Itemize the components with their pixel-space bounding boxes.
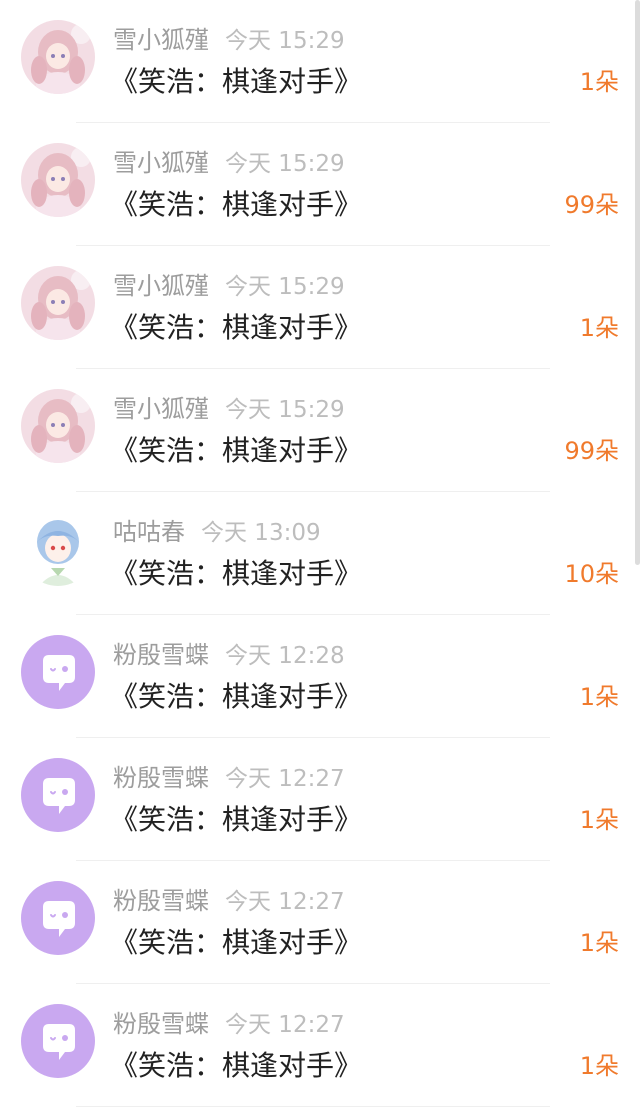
anime-girl-avatar[interactable] <box>21 266 95 340</box>
timestamp: 今天 12:27 <box>225 766 345 792</box>
message-content[interactable]: 《笑浩：棋逢对手》 <box>110 431 362 471</box>
timestamp: 今天 12:28 <box>225 643 345 669</box>
flower-count: 1朵 <box>579 314 619 342</box>
flower-count: 99朵 <box>564 437 619 465</box>
message-content[interactable]: 《笑浩：棋逢对手》 <box>110 677 362 717</box>
flower-count: 1朵 <box>579 806 619 834</box>
timestamp: 今天 13:09 <box>201 520 321 546</box>
flower-count: 99朵 <box>564 191 619 219</box>
flower-count: 1朵 <box>579 68 619 96</box>
sender-name[interactable]: 粉殷雪蝶 <box>113 1010 209 1038</box>
flower-count: 10朵 <box>564 560 619 588</box>
flower-count: 1朵 <box>579 929 619 957</box>
message-content[interactable]: 《笑浩：棋逢对手》 <box>110 800 362 840</box>
list-item[interactable]: 粉殷雪蝶 今天 12:27 《笑浩：棋逢对手》 1朵 <box>0 984 640 1107</box>
message-content[interactable]: 《笑浩：棋逢对手》 <box>110 62 362 102</box>
scrollbar[interactable] <box>635 0 640 565</box>
sender-name[interactable]: 雪小狐殣 <box>113 272 209 300</box>
message-content[interactable]: 《笑浩：棋逢对手》 <box>110 554 362 594</box>
sender-name[interactable]: 粉殷雪蝶 <box>113 887 209 915</box>
flower-count: 1朵 <box>579 1052 619 1080</box>
list-item[interactable]: 粉殷雪蝶 今天 12:27 《笑浩：棋逢对手》 1朵 <box>0 861 640 984</box>
default-chat-bubble-avatar[interactable] <box>21 635 95 709</box>
anime-girl-avatar[interactable] <box>21 20 95 94</box>
divider <box>76 1106 550 1107</box>
timestamp: 今天 15:29 <box>225 151 345 177</box>
list-item[interactable]: 雪小狐殣 今天 15:29 《笑浩：棋逢对手》 99朵 <box>0 123 640 246</box>
default-chat-bubble-avatar[interactable] <box>21 758 95 832</box>
timestamp: 今天 15:29 <box>225 28 345 54</box>
timestamp: 今天 15:29 <box>225 274 345 300</box>
sender-name[interactable]: 粉殷雪蝶 <box>113 764 209 792</box>
default-chat-bubble-avatar[interactable] <box>21 881 95 955</box>
flower-count: 1朵 <box>579 683 619 711</box>
message-content[interactable]: 《笑浩：棋逢对手》 <box>110 1046 362 1086</box>
list-item[interactable]: 雪小狐殣 今天 15:29 《笑浩：棋逢对手》 1朵 <box>0 0 640 123</box>
anime-girl-avatar[interactable] <box>21 143 95 217</box>
blue-hair-boy-avatar[interactable] <box>21 512 95 586</box>
gift-message-list: 雪小狐殣 今天 15:29 《笑浩：棋逢对手》 1朵 雪小狐殣 今天 15:29 《… <box>0 0 640 1113</box>
message-content[interactable]: 《笑浩：棋逢对手》 <box>110 185 362 225</box>
sender-name[interactable]: 雪小狐殣 <box>113 395 209 423</box>
timestamp: 今天 12:27 <box>225 889 345 915</box>
list-item[interactable]: 雪小狐殣 今天 15:29 《笑浩：棋逢对手》 99朵 <box>0 369 640 492</box>
timestamp: 今天 12:27 <box>225 1012 345 1038</box>
list-item[interactable]: 雪小狐殣 今天 15:29 《笑浩：棋逢对手》 1朵 <box>0 246 640 369</box>
list-item[interactable]: 咕咕春 今天 13:09 《笑浩：棋逢对手》 10朵 <box>0 492 640 615</box>
default-chat-bubble-avatar[interactable] <box>21 1004 95 1078</box>
message-content[interactable]: 《笑浩：棋逢对手》 <box>110 923 362 963</box>
timestamp: 今天 15:29 <box>225 397 345 423</box>
list-item[interactable]: 粉殷雪蝶 今天 12:28 《笑浩：棋逢对手》 1朵 <box>0 615 640 738</box>
anime-girl-avatar[interactable] <box>21 389 95 463</box>
message-content[interactable]: 《笑浩：棋逢对手》 <box>110 308 362 348</box>
sender-name[interactable]: 雪小狐殣 <box>113 149 209 177</box>
sender-name[interactable]: 粉殷雪蝶 <box>113 641 209 669</box>
sender-name[interactable]: 雪小狐殣 <box>113 26 209 54</box>
sender-name[interactable]: 咕咕春 <box>113 518 185 546</box>
list-item[interactable]: 粉殷雪蝶 今天 12:27 《笑浩：棋逢对手》 1朵 <box>0 738 640 861</box>
